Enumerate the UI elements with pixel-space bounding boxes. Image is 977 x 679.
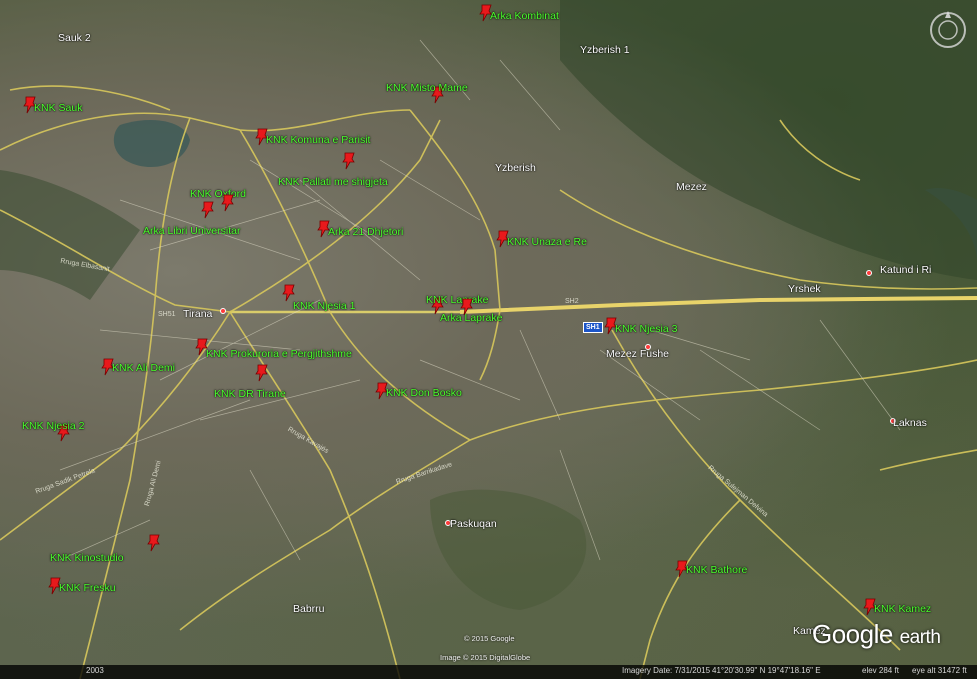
place-katund-i-ri: Katund i Ri [880,264,932,276]
marker-knk-misto-mame[interactable]: KNK Misto Mame [386,82,468,94]
status-bar: 2003 Imagery Date: 7/31/2015 41°20'30.99… [0,665,977,679]
place-yzberish-1: Yzberish 1 [580,44,630,56]
google-earth-logo: Google earth [812,619,941,649]
marker-knk-prokuroria[interactable]: KNK Prokuroria e Pergjithshme [206,348,352,360]
marker-knk-dr-tirane[interactable]: KNK DR Tirane [214,388,286,400]
marker-knk-kamez[interactable]: KNK Kamez [874,603,931,615]
place-tirana: Tirana [183,308,213,320]
compass-icon[interactable] [928,10,968,50]
marker-arka-lapraka[interactable]: Arka Laprake [440,312,502,324]
marker-knk-njesia-1[interactable]: KNK Njesia 1 [293,300,355,312]
road-label: SH2 [565,298,579,305]
pushpin-icon[interactable] [147,534,161,552]
pushpin-icon[interactable] [342,152,356,170]
pushpin-icon[interactable] [201,201,215,219]
place-laknas: Laknas [893,417,927,429]
pushpin-icon[interactable] [221,194,235,212]
marker-knk-kinostudio[interactable]: KNK Kinostudio [50,552,124,564]
marker-knk-unaza-e-re[interactable]: KNK Unaza e Re [507,236,587,248]
elevation-readout: elev 284 ft [862,666,899,675]
marker-arka-libri-universitar[interactable]: Arka Libri Universitar [143,225,240,237]
road-label: SH51 [158,311,176,318]
marker-knk-lapraka[interactable]: KNK Laprake [426,294,488,306]
marker-knk-oxford[interactable]: KNK Oxford [190,188,246,200]
marker-arka-kombinat[interactable]: Arka Kombinat [490,10,559,22]
copyright-google: © 2015 Google [464,634,515,643]
place-paskuqan: Paskuqan [450,518,497,530]
marker-knk-njesia-2[interactable]: KNK Njesia 2 [22,420,84,432]
year-badge: 2003 [86,666,104,675]
place-mezez-fushe: Mezez Fushe [606,348,670,360]
highway-shield: SH1 [583,322,603,333]
place-yrshek: Yrshek [788,283,821,295]
marker-knk-komuna-e-parisit[interactable]: KNK Komuna e Parisit [266,134,370,146]
place-babrru: Babrru [293,603,325,615]
eye-altitude-readout: eye alt 31472 ft [912,666,967,675]
imagery-date: Imagery Date: 7/31/2015 [622,666,711,675]
place-mezez: Mezez [676,181,707,193]
marker-arka-21-dhjetori[interactable]: Arka 21 Dhjetori [328,226,403,238]
marker-knk-ali-demi[interactable]: KNK Ali Demi [112,362,175,374]
place-dot [220,308,226,314]
satellite-map[interactable]: SH1 Rruga Elbasanit Rruga Sadik Petrela … [0,0,977,679]
marker-knk-don-bosko[interactable]: KNK Don Bosko [386,387,462,399]
marker-knk-pallati-me-shigjeta[interactable]: KNK Pallati me shigjeta [278,176,388,188]
marker-knk-sauk[interactable]: KNK Sauk [34,102,82,114]
place-dot [866,270,872,276]
pushpin-icon[interactable] [255,364,269,382]
road-network [0,0,977,679]
marker-knk-bathore[interactable]: KNK Bathore [686,564,747,576]
copyright-image: Image © 2015 DigitalGlobe [440,653,531,662]
place-yzberish: Yzberish [495,162,536,174]
marker-knk-fresku[interactable]: KNK Fresku [59,582,116,594]
coordinates-readout: 41°20'30.99" N 19°47'18.16" E [712,666,821,675]
place-sauk-2: Sauk 2 [58,32,91,44]
marker-knk-njesia-3[interactable]: KNK Njesia 3 [615,323,677,335]
